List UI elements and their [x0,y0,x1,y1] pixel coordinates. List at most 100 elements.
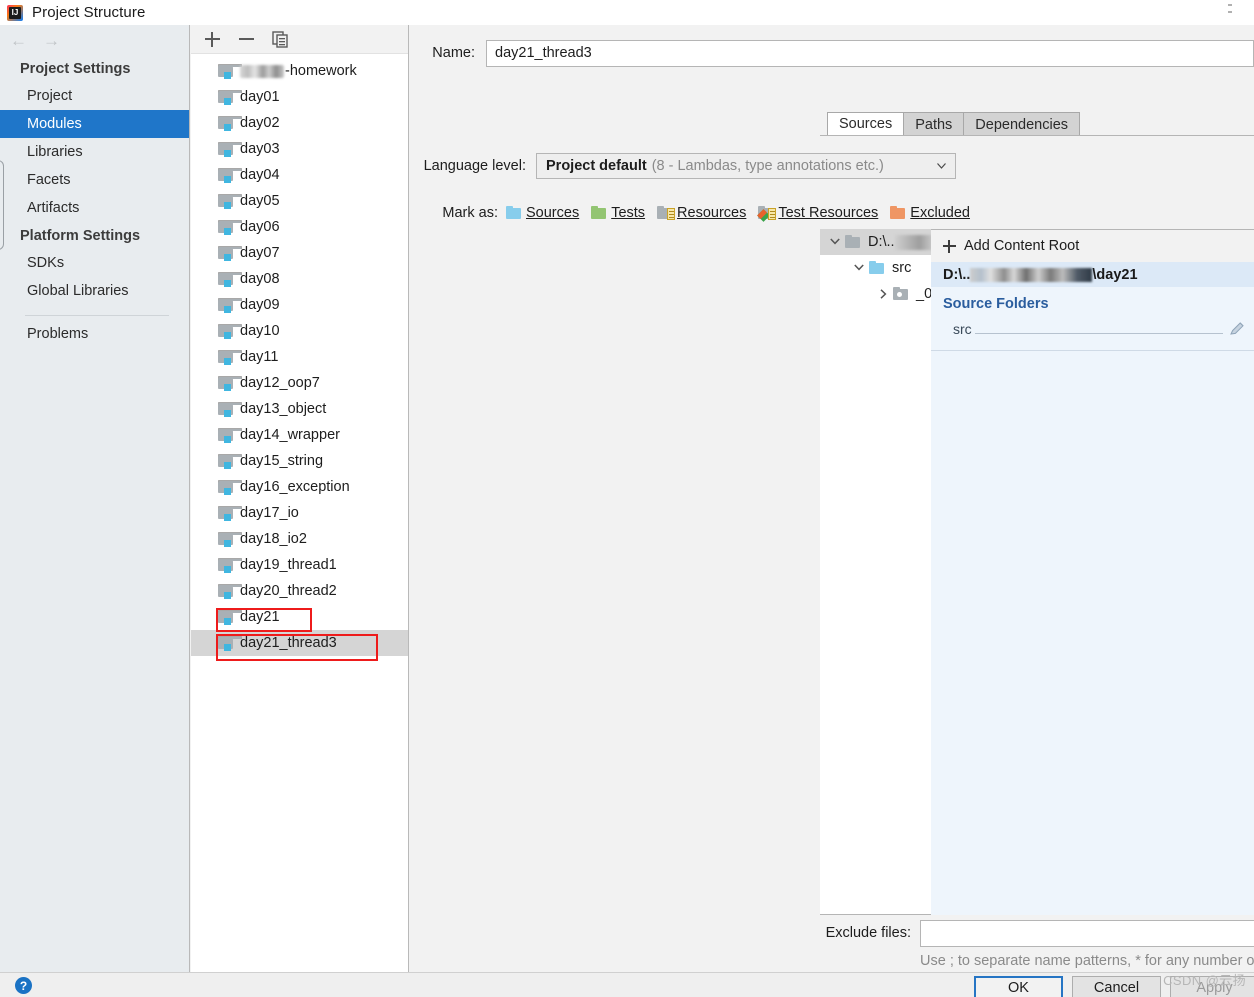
sidebar-item-modules[interactable]: Modules [0,110,189,138]
module-list-item[interactable]: day20_thread2 [191,578,408,604]
module-list-item[interactable]: day17_io [191,500,408,526]
folder-excluded-icon [890,206,907,220]
module-folder-icon [218,635,242,651]
redacted-name [240,64,284,78]
cancel-label: Cancel [1093,980,1140,996]
sidebar-item-artifacts[interactable]: Artifacts [0,194,189,222]
language-level-label: Language level: [423,158,526,174]
mark-as-sources[interactable]: Sources [506,205,579,221]
mark-as-test-resources[interactable]: Test Resources [757,205,879,222]
mark-as-test-resources-label: Test Resources [778,205,879,221]
mark-as-row: Mark as: Sources Tests Resources Test Re… [410,201,1254,225]
forward-arrow-icon[interactable]: → [43,32,60,49]
expand-arrow-icon[interactable] [850,259,869,278]
module-list-item[interactable]: day11 [191,344,408,370]
mark-as-excluded[interactable]: Excluded [890,205,970,221]
module-list-item[interactable]: day13_object [191,396,408,422]
folder-sources-icon [869,260,886,276]
sidebar-item-label: SDKs [27,255,65,271]
sidebar-item-label: Project [27,88,73,104]
help-glyph: ? [19,978,28,993]
module-folder-icon [218,479,242,495]
sidebar-item-problems[interactable]: Problems [0,320,189,348]
module-list-item[interactable]: day06 [191,214,408,240]
mark-as-resources[interactable]: Resources [657,205,746,221]
module-list-item[interactable]: day18_io2 [191,526,408,552]
module-list-item[interactable]: day05 [191,188,408,214]
ok-button[interactable]: OK [974,976,1063,997]
sidebar-item-label: Problems [27,326,89,342]
sidebar-item-global-libraries[interactable]: Global Libraries [0,277,189,305]
module-name-input[interactable]: day21_thread3 [486,39,1254,67]
logo-text: IJ [11,8,19,17]
source-folder-row-src[interactable]: src [931,316,1254,342]
module-list-panel: -homework day01 day02 day03 day04 day05 day06 d… [191,25,409,972]
module-list-item[interactable]: -homework [191,58,408,84]
window-title: Project Structure [32,4,146,21]
module-list-item[interactable]: day21_thread3 [191,630,408,656]
module-list-item-label: -homework [285,62,357,79]
add-content-root-button[interactable]: Add Content Root [931,230,1254,262]
cancel-button[interactable]: Cancel [1072,976,1161,997]
module-list-item-label: day02 [240,114,280,131]
module-list-item[interactable]: day04 [191,162,408,188]
module-list-item[interactable]: day09 [191,292,408,318]
back-arrow-icon[interactable]: ← [10,32,27,49]
sidebar-divider [25,315,169,316]
module-list-item[interactable]: day12_oop7 [191,370,408,396]
pencil-icon[interactable] [1229,321,1245,337]
content-root-path-row[interactable]: D:\.. \day21 [931,262,1254,287]
sidebar-group-project-settings: Project Settings [20,61,131,77]
redacted-path [970,267,1093,282]
sidebar-item-sdks[interactable]: SDKs [0,249,189,277]
copy-module-icon[interactable] [272,30,289,48]
module-list-item[interactable]: day15_string [191,448,408,474]
sidebar-group-platform-settings: Platform Settings [20,228,141,244]
module-folder-icon [218,271,242,287]
module-list-item[interactable]: day03 [191,136,408,162]
tab-paths[interactable]: Paths [903,112,965,136]
module-folder-icon [218,583,242,599]
module-list-item-label: day09 [240,296,280,313]
sidebar-item-facets[interactable]: Facets [0,166,189,194]
dialog-body: ← → Project Settings Project Modules Lib… [0,25,1254,997]
module-list-item[interactable]: day08 [191,266,408,292]
add-module-icon[interactable] [204,31,221,48]
exclude-files-row: Exclude files: [820,918,1254,948]
module-list[interactable]: -homework day01 day02 day03 day04 day05 day06 d… [191,54,408,656]
module-list-item-label: day07 [240,244,280,261]
dialog-footer: ? OK Cancel Apply [0,972,1254,997]
module-list-item-label: day21 [240,608,280,625]
module-folder-icon [218,427,242,443]
tree-row-label: src [892,260,912,276]
tab-sources[interactable]: Sources [827,112,905,136]
module-list-item[interactable]: day19_thread1 [191,552,408,578]
module-list-item[interactable]: day21 [191,604,408,630]
sidebar-collapse-handle[interactable] [0,160,4,250]
module-list-item-label: day17_io [240,504,299,521]
mark-as-tests[interactable]: Tests [591,205,645,221]
tab-dependencies[interactable]: Dependencies [963,112,1081,136]
module-list-item[interactable]: day07 [191,240,408,266]
remove-module-icon[interactable] [238,31,255,48]
module-list-item[interactable]: day10 [191,318,408,344]
sidebar-item-libraries[interactable]: Libraries [0,138,189,166]
module-list-item[interactable]: day14_wrapper [191,422,408,448]
help-icon[interactable]: ? [15,977,32,994]
language-level-select[interactable]: Project default (8 - Lambdas, type annot… [536,153,956,179]
module-folder-icon [218,193,242,209]
module-list-item[interactable]: day02 [191,110,408,136]
language-level-value: Project default [546,158,647,174]
exclude-files-input[interactable] [920,919,1254,947]
module-folder-icon [218,453,242,469]
module-list-item-label: day16_exception [240,478,350,495]
expand-arrow-icon[interactable] [826,233,845,252]
module-list-item[interactable]: day16_exception [191,474,408,500]
module-list-item[interactable]: day01 [191,84,408,110]
collapse-arrow-icon[interactable] [874,285,893,304]
sidebar-item-project[interactable]: Project [0,82,189,110]
mark-as-tests-label: Tests [611,205,646,221]
module-list-item-label: day13_object [240,400,327,417]
folder-gray-icon [845,234,862,250]
module-folder-icon [218,401,242,417]
